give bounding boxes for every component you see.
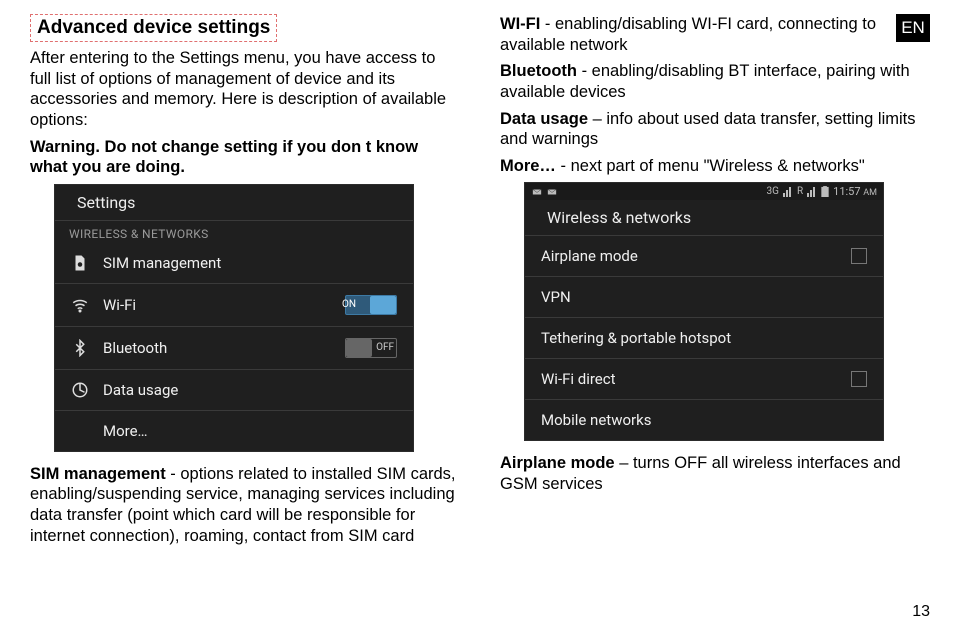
bluetooth-row[interactable]: Bluetooth OFF <box>55 327 413 370</box>
row-label: Airplane mode <box>541 247 837 265</box>
wifi-icon <box>71 296 89 314</box>
language-tag: EN <box>896 14 930 42</box>
wifi-toggle[interactable]: ON <box>345 295 397 315</box>
status-bar: 3G R 11:57 AM <box>525 183 883 200</box>
status-left-icons <box>531 187 558 197</box>
airplane-mode-row[interactable]: Airplane mode <box>525 236 883 277</box>
section-heading: Advanced device settings <box>30 14 277 42</box>
phone-title-bar: Settings <box>55 185 413 221</box>
section-label: WIRELESS & NETWORKS <box>55 221 413 243</box>
blank-icon <box>71 422 89 440</box>
row-label: Bluetooth <box>103 339 331 357</box>
data-usage-description: Data usage – info about used data transf… <box>500 109 930 150</box>
warning-paragraph: Warning. Do not change setting if you do… <box>30 137 460 178</box>
bluetooth-icon <box>71 339 89 357</box>
row-label: Wi-Fi <box>103 296 331 314</box>
more-description: More… - next part of menu "Wireless & ne… <box>500 156 930 177</box>
tethering-row[interactable]: Tethering & portable hotspot <box>525 318 883 359</box>
phone-title: Settings <box>77 193 135 212</box>
more-row[interactable]: More… <box>55 411 413 451</box>
row-label: SIM management <box>103 254 397 272</box>
left-column: Advanced device settings After entering … <box>30 14 460 552</box>
row-label: Mobile networks <box>541 411 867 429</box>
wifi-row[interactable]: Wi-Fi ON <box>55 284 413 327</box>
mobile-networks-row[interactable]: Mobile networks <box>525 400 883 440</box>
sim-icon <box>71 254 89 272</box>
data-usage-row[interactable]: Data usage <box>55 370 413 411</box>
sim-management-row[interactable]: SIM management <box>55 243 413 284</box>
settings-screenshot: Settings WIRELESS & NETWORKS SIM managem… <box>54 184 414 452</box>
page-number: 13 <box>912 603 930 621</box>
airplane-mode-description: Airplane mode – turns OFF all wireless i… <box>500 453 930 494</box>
battery-icon <box>821 186 829 197</box>
data-usage-icon <box>71 381 89 399</box>
intro-paragraph: After entering to the Settings menu, you… <box>30 48 460 131</box>
sim-management-description: SIM management - options related to inst… <box>30 464 460 547</box>
signal-bars-icon <box>783 187 793 197</box>
wifi-direct-row[interactable]: Wi-Fi direct <box>525 359 883 400</box>
status-time: 11:57 AM <box>833 185 877 198</box>
phone-title-bar: Wireless & networks <box>525 200 883 236</box>
signal-icon: 3G <box>767 186 779 197</box>
airplane-checkbox[interactable] <box>851 248 867 264</box>
phone-title: Wireless & networks <box>547 208 691 227</box>
right-column: WI-FI - enabling/disabling WI-FI card, c… <box>500 14 930 552</box>
row-label: More… <box>103 422 397 440</box>
vpn-row[interactable]: VPN <box>525 277 883 318</box>
row-label: Wi-Fi direct <box>541 370 837 388</box>
row-label: Tethering & portable hotspot <box>541 329 867 347</box>
bluetooth-toggle[interactable]: OFF <box>345 338 397 358</box>
wireless-networks-screenshot: 3G R 11:57 AM Wireless & networks Airpla… <box>524 182 884 441</box>
signal-bars-icon <box>807 187 817 197</box>
row-label: VPN <box>541 288 867 306</box>
row-label: Data usage <box>103 381 397 399</box>
wifi-description: WI-FI - enabling/disabling WI-FI card, c… <box>500 14 930 55</box>
two-column-layout: Advanced device settings After entering … <box>30 14 930 552</box>
bluetooth-description: Bluetooth - enabling/disabling BT interf… <box>500 61 930 102</box>
wifi-direct-checkbox[interactable] <box>851 371 867 387</box>
